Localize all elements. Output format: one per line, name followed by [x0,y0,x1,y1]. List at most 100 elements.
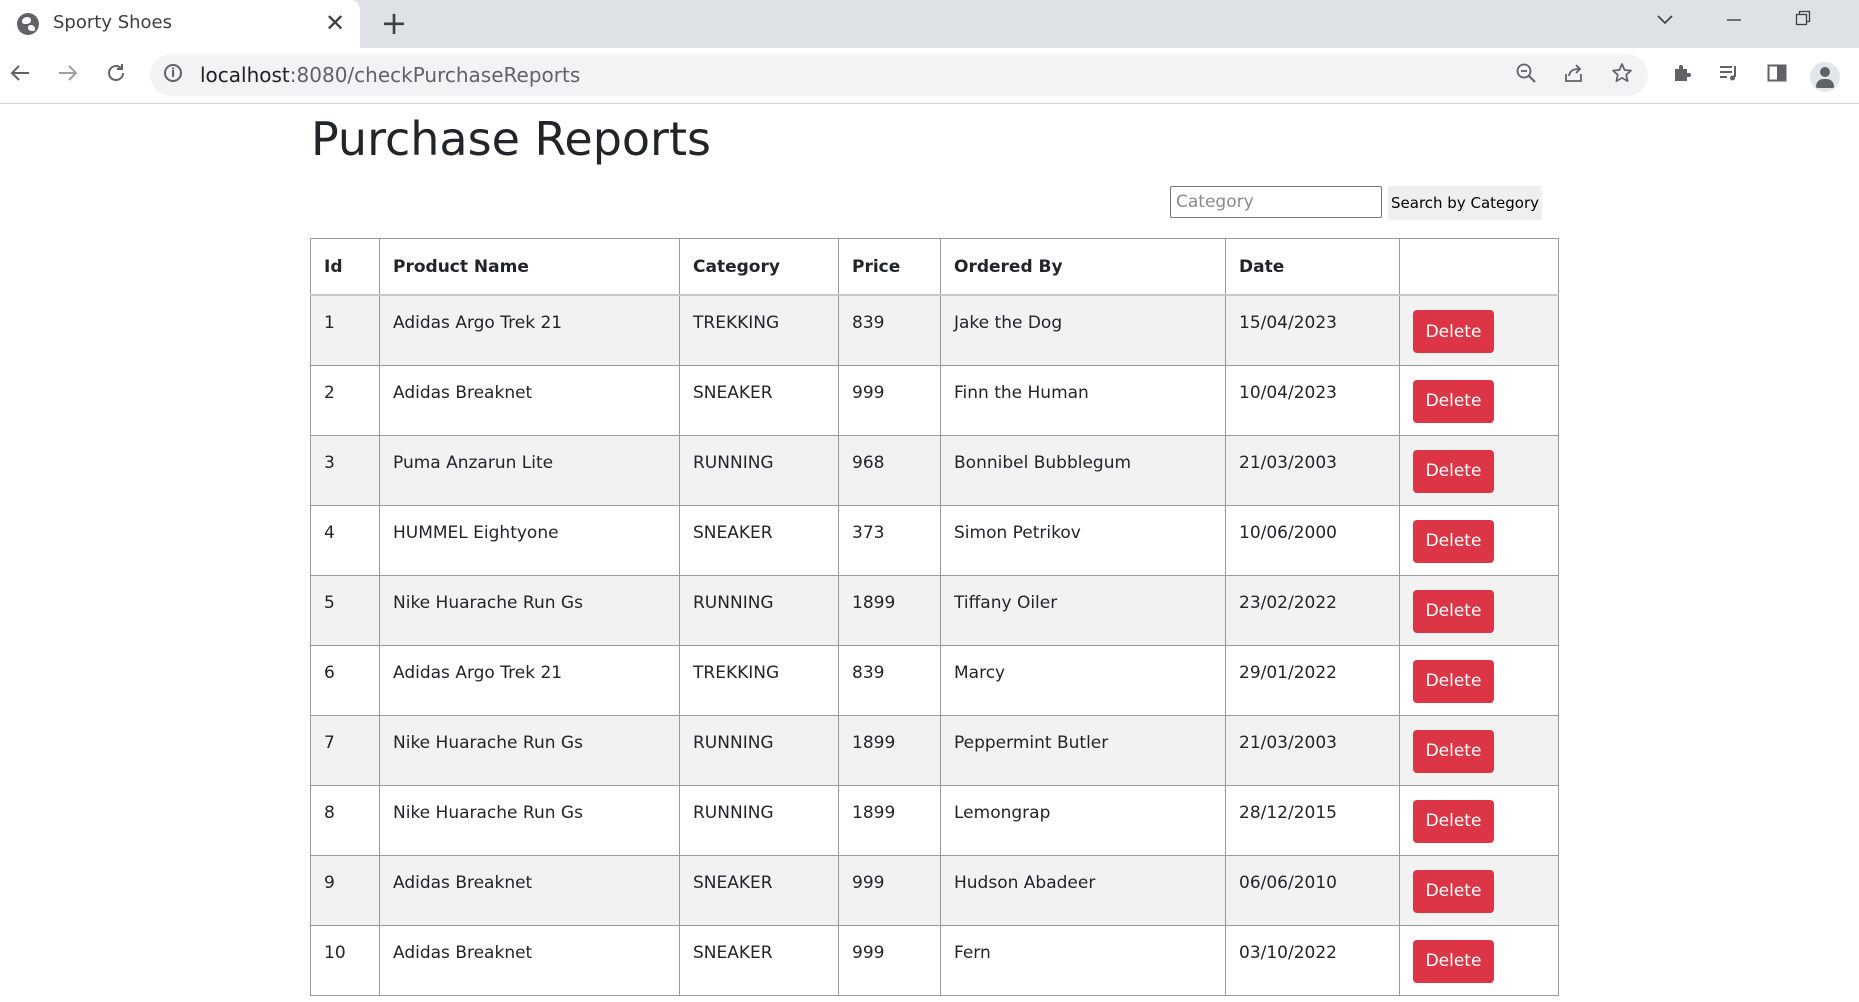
globe-icon [17,13,39,35]
cell-action: Delete [1399,854,1559,926]
forward-icon[interactable] [52,60,84,92]
cell-id: 10 [310,924,380,996]
address-bar[interactable]: i localhost:8080/checkPurchaseReports [150,54,1648,96]
delete-button[interactable]: Delete [1413,379,1494,423]
reload-icon[interactable] [100,60,132,92]
delete-button[interactable]: Delete [1413,519,1494,563]
cell-product-name: Adidas Breaknet [379,924,680,996]
cell-category: SNEAKER [679,924,839,996]
back-icon[interactable] [4,60,36,92]
header-ordered-by: Ordered By [940,238,1226,296]
cell-product-name: Adidas Argo Trek 21 [379,294,680,366]
cell-price: 839 [838,644,941,716]
extensions-icon[interactable] [1667,62,1697,92]
cell-date: 03/10/2022 [1225,924,1400,996]
cell-product-name: Puma Anzarun Lite [379,434,680,506]
cell-id: 3 [310,434,380,506]
header-price: Price [838,238,941,296]
delete-button[interactable]: Delete [1413,939,1494,983]
cell-date: 21/03/2003 [1225,714,1400,786]
header-id: Id [310,238,380,296]
delete-button[interactable]: Delete [1413,449,1494,493]
cell-id: 1 [310,294,380,366]
table-header-row: Id Product Name Category Price Ordered B… [310,238,1559,296]
share-icon[interactable] [1560,62,1588,90]
search-by-category-button[interactable]: Search by Category [1388,186,1542,220]
header-product-name: Product Name [379,238,680,296]
cell-category: SNEAKER [679,854,839,926]
cell-price: 999 [838,924,941,996]
cell-product-name: Adidas Breaknet [379,854,680,926]
cell-id: 8 [310,784,380,856]
cell-category: RUNNING [679,784,839,856]
chevron-down-icon[interactable] [1637,0,1693,40]
profile-icon[interactable] [1810,62,1840,92]
star-icon[interactable] [1608,62,1636,90]
cell-ordered-by: Fern [940,924,1226,996]
header-date: Date [1225,238,1400,296]
page-content: Purchase Reports Search by Category Id P… [0,104,1859,1002]
delete-button[interactable]: Delete [1413,729,1494,773]
table-row: 2 Adidas Breaknet SNEAKER 999 Finn the H… [310,364,1559,436]
restore-icon[interactable] [1775,0,1831,40]
category-search-input[interactable] [1170,186,1382,218]
table-row: 5 Nike Huarache Run Gs RUNNING 1899 Tiff… [310,574,1559,646]
side-panel-icon[interactable] [1762,62,1792,92]
minimize-icon[interactable] [1706,0,1762,40]
cell-ordered-by: Lemongrap [940,784,1226,856]
header-category: Category [679,238,839,296]
delete-button[interactable]: Delete [1413,659,1494,703]
plus-icon[interactable]: + [377,6,411,40]
cell-price: 999 [838,364,941,436]
cell-action: Delete [1399,504,1559,576]
table-row: 3 Puma Anzarun Lite RUNNING 968 Bonnibel… [310,434,1559,506]
zoom-out-icon[interactable] [1512,62,1540,90]
cell-product-name: Nike Huarache Run Gs [379,574,680,646]
delete-button[interactable]: Delete [1413,869,1494,913]
close-icon[interactable]: ✕ [322,10,348,36]
cell-price: 1899 [838,714,941,786]
table-row: 9 Adidas Breaknet SNEAKER 999 Hudson Aba… [310,854,1559,926]
cell-ordered-by: Hudson Abadeer [940,854,1226,926]
cell-action: Delete [1399,294,1559,366]
cell-product-name: Adidas Breaknet [379,364,680,436]
cell-id: 4 [310,504,380,576]
cell-id: 7 [310,714,380,786]
cell-price: 839 [838,294,941,366]
cell-date: 15/04/2023 [1225,294,1400,366]
media-icon[interactable] [1714,62,1744,92]
cell-ordered-by: Peppermint Butler [940,714,1226,786]
table-row: 6 Adidas Argo Trek 21 TREKKING 839 Marcy… [310,644,1559,716]
table-row: 7 Nike Huarache Run Gs RUNNING 1899 Pepp… [310,714,1559,786]
cell-action: Delete [1399,714,1559,786]
header-action [1399,238,1559,296]
cell-date: 10/06/2000 [1225,504,1400,576]
cell-price: 1899 [838,784,941,856]
cell-ordered-by: Bonnibel Bubblegum [940,434,1226,506]
table-row: 4 HUMMEL Eightyone SNEAKER 373 Simon Pet… [310,504,1559,576]
cell-product-name: Nike Huarache Run Gs [379,714,680,786]
cell-category: TREKKING [679,294,839,366]
cell-price: 999 [838,854,941,926]
browser-tab[interactable]: Sporty Shoes ✕ [0,0,360,48]
url-text[interactable]: localhost:8080/checkPurchaseReports [200,63,580,87]
cell-product-name: Adidas Argo Trek 21 [379,644,680,716]
cell-category: SNEAKER [679,364,839,436]
url-host: localhost [200,63,290,87]
delete-button[interactable]: Delete [1413,310,1494,353]
tab-title: Sporty Shoes [53,12,172,33]
cell-action: Delete [1399,574,1559,646]
url-path: :8080/checkPurchaseReports [289,63,581,87]
cell-date: 21/03/2003 [1225,434,1400,506]
cell-date: 10/04/2023 [1225,364,1400,436]
cell-product-name: Nike Huarache Run Gs [379,784,680,856]
delete-button[interactable]: Delete [1413,589,1494,633]
table-row: 1 Adidas Argo Trek 21 TREKKING 839 Jake … [310,294,1559,366]
cell-action: Delete [1399,434,1559,506]
info-icon[interactable]: i [164,64,182,82]
cell-id: 2 [310,364,380,436]
cell-id: 5 [310,574,380,646]
delete-button[interactable]: Delete [1413,799,1494,843]
cell-ordered-by: Simon Petrikov [940,504,1226,576]
table-row: 8 Nike Huarache Run Gs RUNNING 1899 Lemo… [310,784,1559,856]
